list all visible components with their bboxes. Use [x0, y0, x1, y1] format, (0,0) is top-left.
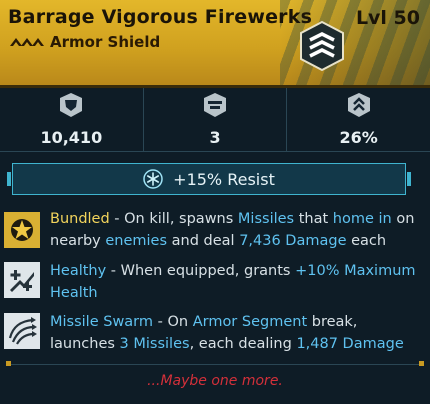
resist-bar: +15% Resist	[7, 163, 411, 195]
stat-recharge: 26%	[286, 88, 430, 152]
perk-text-segment: each	[346, 233, 387, 249]
perk-keyword: Armor Segment	[192, 314, 308, 330]
perk-keyword: enemies	[105, 233, 168, 249]
perk-description: Healthy - When equipped, grants +10% Max…	[50, 260, 420, 304]
perk-text-segment: - When equipped, grants	[106, 263, 296, 279]
perk-icon-frame	[4, 262, 40, 298]
shield-capacity-icon	[60, 93, 83, 117]
stat-value: 26%	[339, 128, 378, 147]
stats-row: 10,410 3 26%	[0, 88, 430, 152]
resist-label: +15% Resist	[173, 169, 275, 189]
recharge-rate-icon	[347, 93, 370, 117]
perk-keyword: 7,436 Damage	[239, 233, 347, 249]
item-header: Barrage Vigorous Firewerks Lvl 50 Armor …	[0, 0, 430, 88]
perk-keyword: Bundled	[50, 211, 110, 227]
perk-keyword: Missiles	[237, 211, 295, 227]
perk-keyword: Missile Swarm	[50, 314, 154, 330]
missile-swarm-icon	[8, 317, 37, 345]
triple-chevron-icon	[10, 38, 44, 46]
item-card: Barrage Vigorous Firewerks Lvl 50 Armor …	[0, 0, 430, 404]
stat-value: 10,410	[40, 128, 103, 147]
perk-keyword: 3 Missiles	[119, 336, 190, 352]
perk-description: Missile Swarm - On Armor Segment break, …	[50, 311, 420, 355]
item-level: Lvl 50	[355, 7, 420, 29]
perk-text-segment: - On kill, spawns	[109, 211, 238, 227]
perk-keyword: 1,487 Damage	[296, 336, 404, 352]
perk-description: Bundled - On kill, spawns Missiles that …	[50, 208, 420, 252]
armor-segment-icon	[204, 93, 226, 117]
item-type: Armor Shield	[50, 33, 161, 51]
stat-segments: 3	[142, 88, 287, 152]
perk-keyword: Healthy	[50, 263, 107, 279]
divider-corner	[419, 361, 424, 366]
shield-chevron-icon	[300, 20, 344, 72]
stat-value: 3	[209, 128, 221, 147]
flavor-text: ...Maybe one more.	[147, 373, 283, 389]
stat-capacity: 10,410	[0, 88, 143, 152]
flavor-divider	[6, 364, 424, 365]
item-subtitle: Armor Shield	[10, 33, 160, 51]
perk-text-segment: that	[294, 211, 333, 227]
perk-keyword: home in	[332, 211, 392, 227]
item-name: Barrage Vigorous Firewerks	[8, 6, 313, 28]
perk-text-segment: - On	[153, 314, 193, 330]
perk-text-segment: , each dealing	[189, 336, 297, 352]
perk-icon-frame	[4, 313, 40, 349]
bundled-star-icon	[11, 219, 33, 241]
healthy-heal-icon	[10, 270, 34, 292]
perk-text-segment: and deal	[167, 233, 240, 249]
perk-icon-frame	[4, 212, 40, 248]
divider-corner	[6, 361, 11, 366]
cryo-snowflake-icon	[143, 169, 163, 189]
